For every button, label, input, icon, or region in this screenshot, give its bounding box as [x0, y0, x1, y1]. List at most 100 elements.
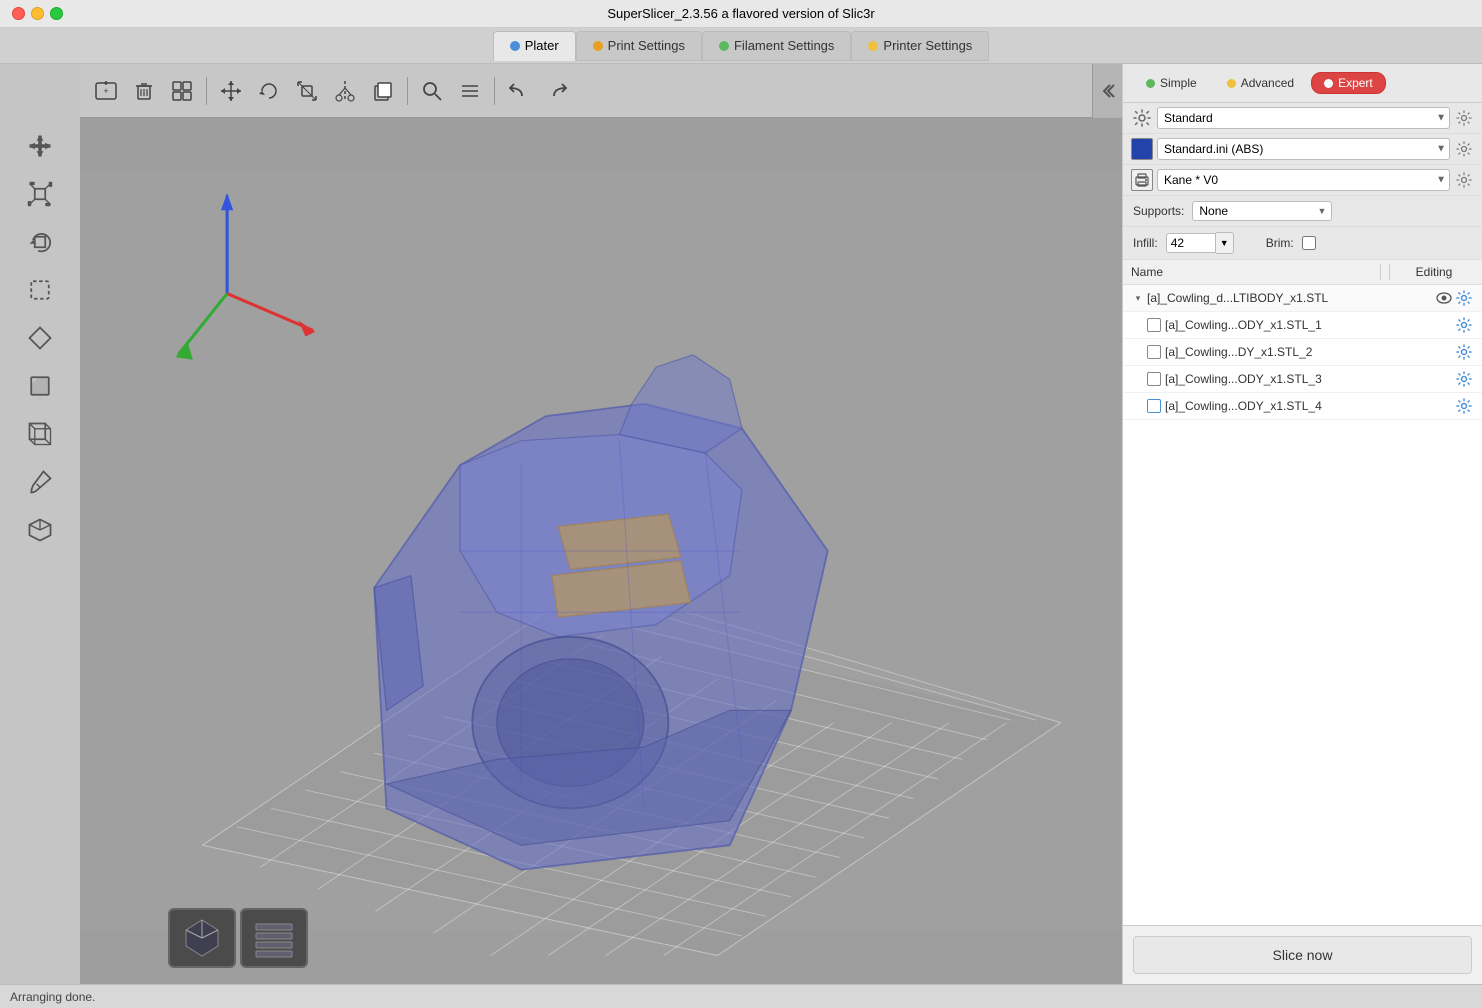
- move-tool-icon: [26, 132, 54, 160]
- brush-tool[interactable]: [12, 460, 68, 504]
- advanced-mode-button[interactable]: Advanced: [1214, 72, 1307, 94]
- filament-color-swatch[interactable]: [1131, 138, 1153, 160]
- object-list-item-child3[interactable]: [a]_Cowling...ODY_x1.STL_3: [1123, 366, 1482, 393]
- paint-tool[interactable]: [12, 316, 68, 360]
- tab-filament-dot: [719, 41, 729, 51]
- close-button[interactable]: [12, 7, 25, 20]
- tab-plater-label: Plater: [525, 38, 559, 53]
- child1-settings-icon[interactable]: [1454, 315, 1474, 335]
- object-list-header: Name Editing: [1123, 260, 1482, 285]
- redo-button[interactable]: [539, 73, 575, 109]
- child2-settings-icon[interactable]: [1454, 342, 1474, 362]
- object-settings-icon[interactable]: [1454, 288, 1474, 308]
- expert-mode-button[interactable]: Expert: [1311, 72, 1386, 94]
- expand-icon[interactable]: ▾: [1131, 291, 1145, 305]
- arrange-button[interactable]: [164, 73, 200, 109]
- toolbar-sep-1: [206, 77, 207, 105]
- child3-name: [a]_Cowling...ODY_x1.STL_3: [1165, 372, 1454, 386]
- undo-button[interactable]: [501, 73, 537, 109]
- box-tool[interactable]: [12, 412, 68, 456]
- undo-icon: [506, 78, 532, 104]
- object-list-item-child4[interactable]: [a]_Cowling...ODY_x1.STL_4: [1123, 393, 1482, 420]
- infill-dropdown-button[interactable]: ▼: [1216, 232, 1234, 254]
- search-icon: [420, 79, 444, 103]
- printer-row: Kane * V0 ▼: [1123, 165, 1482, 196]
- brim-label: Brim:: [1266, 236, 1294, 250]
- child1-name: [a]_Cowling...ODY_x1.STL_1: [1165, 318, 1454, 332]
- rotate-tool[interactable]: [12, 220, 68, 264]
- cut-button[interactable]: [327, 73, 363, 109]
- tabbar: Plater Print Settings Filament Settings …: [0, 28, 1482, 64]
- child3-checkbox[interactable]: [1147, 372, 1161, 386]
- view-buttons: [168, 908, 308, 968]
- traffic-lights: [12, 7, 63, 20]
- child4-checkbox[interactable]: [1147, 399, 1161, 413]
- cube-tool[interactable]: [12, 508, 68, 552]
- child4-settings-icon[interactable]: [1454, 396, 1474, 416]
- viewport-container[interactable]: +: [0, 64, 1122, 984]
- search-button[interactable]: [414, 73, 450, 109]
- tab-print[interactable]: Print Settings: [576, 31, 702, 61]
- tab-plater[interactable]: Plater: [493, 31, 576, 61]
- slice-section: Slice now: [1123, 925, 1482, 984]
- object-list-item-root[interactable]: ▾ [a]_Cowling_d...LTIBODY_x1.STL: [1123, 285, 1482, 312]
- brim-checkbox[interactable]: [1302, 236, 1316, 250]
- scale-tool[interactable]: [12, 172, 68, 216]
- tab-print-dot: [593, 41, 603, 51]
- filament-select[interactable]: Standard.ini (ABS): [1157, 138, 1450, 160]
- collapse-panel-button[interactable]: [1092, 64, 1122, 118]
- child2-checkbox[interactable]: [1147, 345, 1161, 359]
- toolbar-sep-3: [494, 77, 495, 105]
- advanced-mode-dot: [1227, 79, 1236, 88]
- mode-bar: Simple Advanced Expert: [1123, 64, 1482, 103]
- move-button[interactable]: [213, 73, 249, 109]
- copy-icon: [370, 78, 396, 104]
- copy-button[interactable]: [365, 73, 401, 109]
- maximize-button[interactable]: [50, 7, 63, 20]
- object-list-item-child2[interactable]: [a]_Cowling...DY_x1.STL_2: [1123, 339, 1482, 366]
- profile-settings-button[interactable]: [1454, 108, 1474, 128]
- printer-settings-button[interactable]: [1454, 170, 1474, 190]
- object-list-item-child1[interactable]: [a]_Cowling...ODY_x1.STL_1: [1123, 312, 1482, 339]
- rotate-button[interactable]: [251, 73, 287, 109]
- infill-label: Infill:: [1133, 236, 1158, 250]
- profile-select-wrapper[interactable]: Standard ▼: [1157, 107, 1450, 129]
- simple-mode-dot: [1146, 79, 1155, 88]
- printer-select[interactable]: Kane * V0: [1157, 169, 1450, 191]
- tab-plater-dot: [510, 41, 520, 51]
- scale-button[interactable]: [289, 73, 325, 109]
- delete-button[interactable]: [126, 73, 162, 109]
- tab-filament[interactable]: Filament Settings: [702, 31, 851, 61]
- editing-column-header: Editing: [1394, 265, 1474, 279]
- layers-button[interactable]: [452, 73, 488, 109]
- profile-select[interactable]: Standard: [1157, 107, 1450, 129]
- tab-printer[interactable]: Printer Settings: [851, 31, 989, 61]
- toolbar-sep-2: [407, 77, 408, 105]
- visibility-icon[interactable]: [1434, 288, 1454, 308]
- infill-input[interactable]: [1166, 233, 1216, 253]
- object-list: ▾ [a]_Cowling_d...LTIBODY_x1.STL: [1123, 285, 1482, 925]
- profile-row: Standard ▼: [1123, 103, 1482, 134]
- minimize-button[interactable]: [31, 7, 44, 20]
- filament-select-wrapper[interactable]: Standard.ini (ABS) ▼: [1157, 138, 1450, 160]
- child1-checkbox[interactable]: [1147, 318, 1161, 332]
- move-tool[interactable]: [12, 124, 68, 168]
- layer-view-button[interactable]: [240, 908, 308, 968]
- window-title: SuperSlicer_2.3.56 a flavored version of…: [607, 6, 874, 21]
- scale-tool-icon: [26, 180, 54, 208]
- add-object-button[interactable]: +: [88, 73, 124, 109]
- text-tool[interactable]: [12, 364, 68, 408]
- advanced-mode-label: Advanced: [1241, 76, 1294, 90]
- printer-select-wrapper[interactable]: Kane * V0 ▼: [1157, 169, 1450, 191]
- redo-icon: [544, 78, 570, 104]
- child3-settings-icon[interactable]: [1454, 369, 1474, 389]
- filament-settings-button[interactable]: [1454, 139, 1474, 159]
- slice-now-button[interactable]: Slice now: [1133, 936, 1472, 974]
- simple-mode-button[interactable]: Simple: [1133, 72, 1210, 94]
- expert-mode-dot: [1324, 79, 1333, 88]
- select-tool[interactable]: [12, 268, 68, 312]
- supports-select[interactable]: None Normal (auto) Everywhere: [1192, 201, 1332, 221]
- 3d-viewport[interactable]: [80, 118, 1122, 984]
- paint-icon: [26, 324, 54, 352]
- 3d-view-button[interactable]: [168, 908, 236, 968]
